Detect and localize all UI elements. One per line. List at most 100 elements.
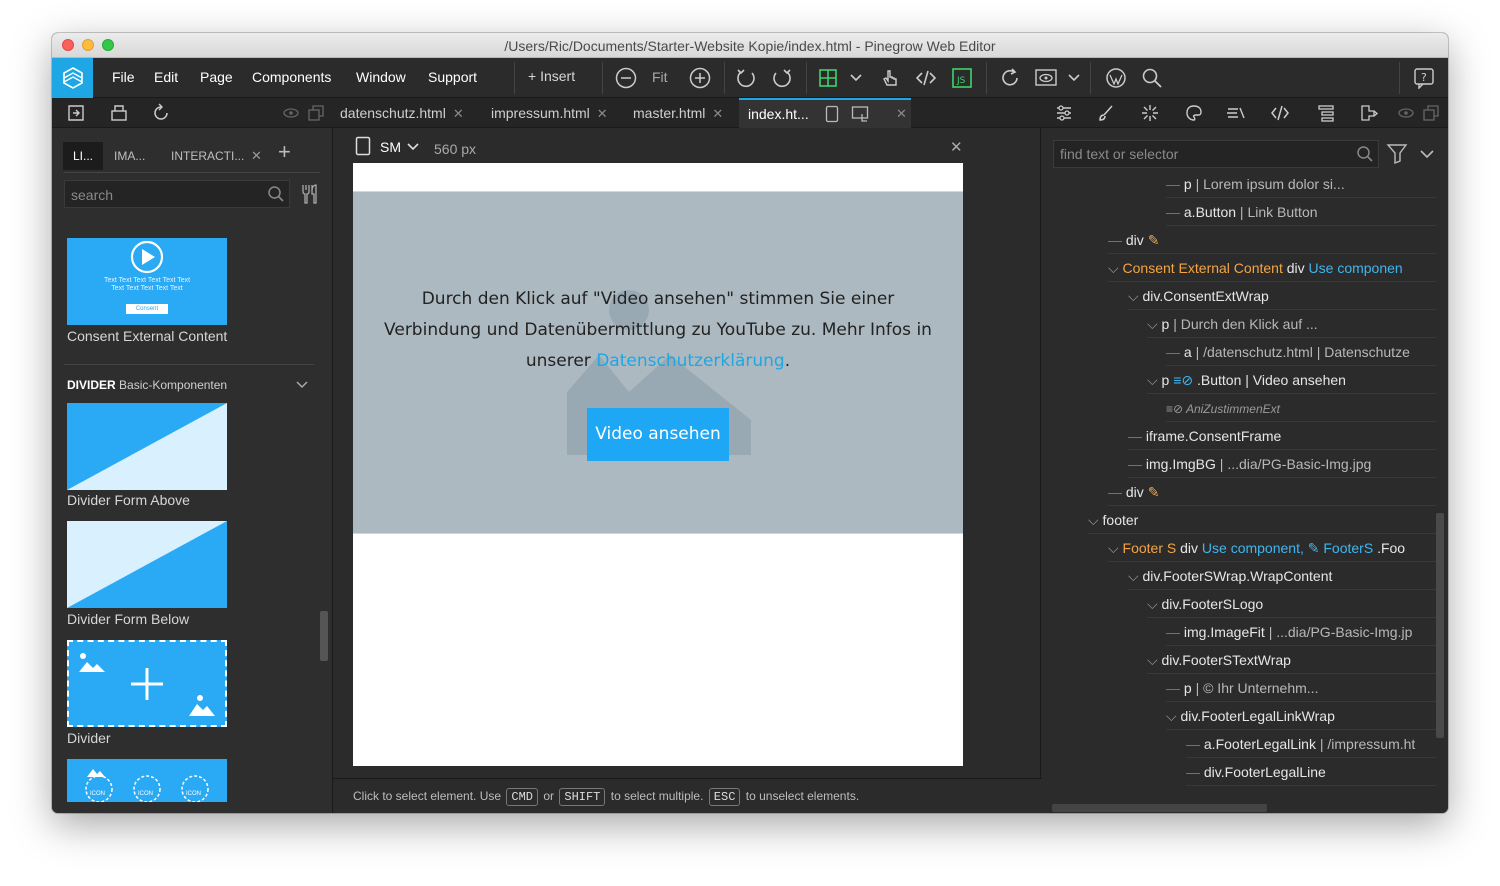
tree-row[interactable]: ⌵ footer <box>1088 506 1436 534</box>
close-icon[interactable]: ✕ <box>251 148 262 164</box>
consent-component-thumbnail[interactable]: Text Text Text Text Text Text Text Text … <box>67 238 227 325</box>
tree-row[interactable]: ⌵ div.FooterSTextWrap <box>1147 646 1436 674</box>
redo-icon[interactable] <box>770 66 794 90</box>
tree-row-footer-component[interactable]: ⌵ Footer S div Use component, ✎ FooterS … <box>1108 534 1436 562</box>
tree-row[interactable]: — img.ImgBG | ...dia/PG-Basic-Img.jpg <box>1128 450 1436 478</box>
refresh-icon[interactable] <box>998 66 1022 90</box>
add-tab-icon[interactable]: + <box>278 141 291 163</box>
tree-icon[interactable] <box>1314 101 1338 125</box>
tree-row[interactable]: — a.FooterLegalLink | /impressum.ht <box>1186 730 1436 758</box>
page-canvas[interactable]: Durch den Klick auf "Video ansehen" stim… <box>353 163 963 766</box>
tree-horizontal-scrollbar[interactable] <box>1052 804 1267 812</box>
theme-icon[interactable] <box>1182 101 1206 125</box>
divider-form-above-thumbnail[interactable] <box>67 403 227 490</box>
menu-file[interactable]: File <box>112 69 135 85</box>
brush-icon[interactable] <box>1094 101 1118 125</box>
properties-icon[interactable] <box>1052 101 1076 125</box>
section-header[interactable]: DIVIDER Basic-Komponenten <box>67 378 227 392</box>
zoom-fit-button[interactable]: Fit <box>652 69 668 85</box>
tree-row[interactable]: ⌵ p | Durch den Klick auf ... <box>1147 310 1436 338</box>
chevron-down-icon[interactable] <box>406 140 420 154</box>
tree-row[interactable]: — p | Lorem ipsum dolor si... <box>1166 170 1436 198</box>
tree-row[interactable]: — a | /datenschutz.html | Datenschutze <box>1166 338 1436 366</box>
responsive-icon[interactable] <box>851 105 869 123</box>
use-component-link[interactable]: Use component, <box>1202 540 1304 556</box>
menu-page[interactable]: Page <box>200 69 233 85</box>
divider-form-below-thumbnail[interactable] <box>67 521 227 608</box>
close-icon[interactable]: ✕ <box>896 100 907 128</box>
tree-row[interactable]: — p | © Ihr Unternehm... <box>1166 674 1436 702</box>
library-search-input[interactable]: search <box>64 180 290 208</box>
open-page-icon[interactable] <box>64 101 88 125</box>
tree-row-consent-component[interactable]: ⌵ Consent External Content div Use compo… <box>1108 254 1436 282</box>
wordpress-icon[interactable] <box>1104 66 1128 90</box>
tree-row[interactable]: — div ✎ <box>1108 226 1436 254</box>
use-component-link[interactable]: Use componen <box>1309 260 1403 276</box>
consent-external-content[interactable]: Durch den Klick auf "Video ansehen" stim… <box>353 191 963 534</box>
search-icon[interactable] <box>1140 66 1164 90</box>
tab-images[interactable]: IMA... <box>114 142 145 170</box>
tree-search-input[interactable]: find text or selector <box>1053 140 1379 168</box>
tab-datenschutz[interactable]: datenschutz.html ✕ <box>340 98 464 128</box>
menu-window[interactable]: Window <box>356 69 406 85</box>
icons-thumbnail[interactable]: ICON ICON ICON <box>67 759 227 802</box>
close-icon[interactable]: ✕ <box>712 106 723 121</box>
reload-icon[interactable] <box>150 101 174 125</box>
interactions-icon[interactable] <box>1224 101 1248 125</box>
help-icon[interactable]: ? <box>1412 66 1436 90</box>
tools-icon[interactable] <box>298 182 322 206</box>
consent-text[interactable]: Durch den Klick auf "Video ansehen" stim… <box>383 284 933 377</box>
library-icon[interactable] <box>1357 101 1381 125</box>
close-icon[interactable]: ✕ <box>950 138 963 156</box>
detach-icon[interactable] <box>304 101 328 125</box>
tree-row[interactable]: ⌵ div.FooterSLogo <box>1147 590 1436 618</box>
chevron-down-icon[interactable] <box>295 378 309 392</box>
eye-icon[interactable] <box>1394 101 1418 125</box>
component-link[interactable]: FooterS <box>1323 540 1373 556</box>
tree-row[interactable]: — img.ImageFit | ...dia/PG-Basic-Img.jp <box>1166 618 1436 646</box>
filter-icon[interactable] <box>1386 142 1408 164</box>
tree-row[interactable]: ⌵ div.FooterSWrap.WrapContent <box>1128 562 1436 590</box>
zoom-in-icon[interactable] <box>688 66 712 90</box>
menu-support[interactable]: Support <box>428 69 477 85</box>
save-icon[interactable] <box>107 101 131 125</box>
chevron-down-icon[interactable] <box>1062 66 1086 90</box>
chevron-down-icon[interactable] <box>844 66 868 90</box>
tree-row[interactable]: — div.FooterLegalLine <box>1186 758 1436 786</box>
zoom-out-icon[interactable] <box>614 66 638 90</box>
tab-master[interactable]: master.html ✕ <box>633 98 723 128</box>
tab-impressum[interactable]: impressum.html ✕ <box>491 98 608 128</box>
layout-grid-icon[interactable] <box>816 66 840 90</box>
tree-row[interactable]: ⌵ div.FooterLegalLinkWrap <box>1166 702 1436 730</box>
eye-icon[interactable] <box>279 101 303 125</box>
close-icon[interactable]: ✕ <box>597 106 608 121</box>
tab-library[interactable]: LI... <box>63 142 104 170</box>
tree-row[interactable]: — a.Button | Link Button <box>1166 198 1436 226</box>
device-size-label[interactable]: SM <box>380 139 401 155</box>
menu-edit[interactable]: Edit <box>154 69 178 85</box>
detach-icon[interactable] <box>1419 101 1443 125</box>
undo-icon[interactable] <box>734 66 758 90</box>
tree-row[interactable]: — div ✎ <box>1108 478 1436 506</box>
chevron-down-icon[interactable] <box>1419 146 1435 162</box>
preview-icon[interactable] <box>1034 66 1058 90</box>
tab-interactions[interactable]: INTERACTI... <box>171 142 244 170</box>
actions-icon[interactable] <box>1138 101 1162 125</box>
menu-components[interactable]: Components <box>252 69 331 85</box>
code-icon[interactable] <box>914 66 938 90</box>
close-icon[interactable]: ✕ <box>453 106 464 121</box>
tree-row[interactable]: ⌵ p ≡⊘ .Button | Video ansehen <box>1147 366 1436 394</box>
tree-scrollbar[interactable] <box>1436 513 1444 738</box>
tree-row[interactable]: ⌵ div.ConsentExtWrap <box>1128 282 1436 310</box>
tablet-icon[interactable] <box>825 105 839 123</box>
video-ansehen-button[interactable]: Video ansehen <box>587 408 729 461</box>
divider-thumbnail[interactable] <box>67 640 227 727</box>
privacy-link[interactable]: Datenschutzerklärung <box>596 351 785 371</box>
tree-row[interactable]: ≡⊘ AniZustimmenExt <box>1166 394 1436 422</box>
tablet-icon[interactable] <box>355 136 371 156</box>
tree-row[interactable]: — iframe.ConsentFrame <box>1128 422 1436 450</box>
interaction-hand-icon[interactable] <box>878 66 902 90</box>
insert-button[interactable]: + Insert <box>528 68 575 84</box>
javascript-icon[interactable]: JS <box>950 66 974 90</box>
library-scrollbar[interactable] <box>320 611 328 661</box>
